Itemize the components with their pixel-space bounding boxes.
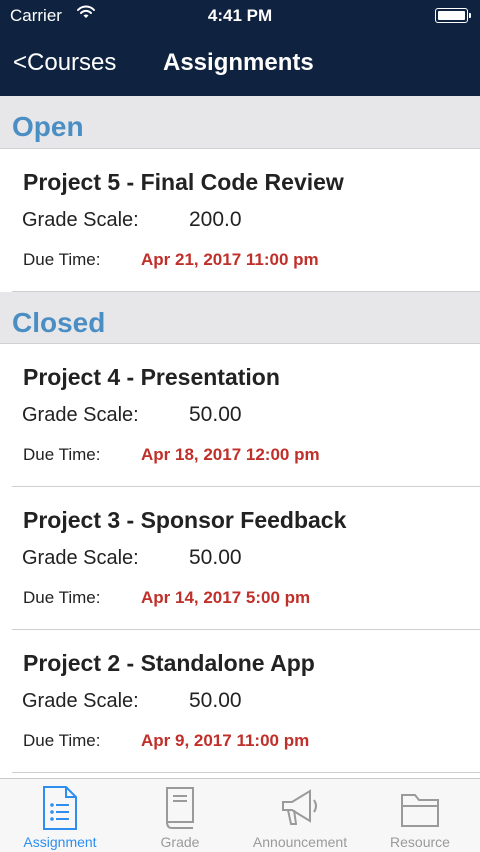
grade-scale-value: 200.0 bbox=[189, 208, 242, 231]
tab-label: Grade bbox=[160, 834, 200, 850]
grade-scale-label: Grade Scale: bbox=[22, 547, 139, 569]
grade-scale-value: 50.00 bbox=[189, 689, 242, 712]
assignment-row[interactable]: Project 2 - Standalone App Grade Scale: … bbox=[12, 630, 480, 773]
assignment-title: Project 3 - Sponsor Feedback bbox=[23, 507, 347, 533]
tab-assignment[interactable]: Assignment bbox=[0, 779, 120, 852]
tab-label: Announcement bbox=[252, 834, 348, 850]
assignment-list[interactable]: Open Project 5 - Final Code Review Grade… bbox=[0, 96, 480, 778]
grade-scale-label: Grade Scale: bbox=[22, 404, 139, 426]
section-header-open: Open bbox=[0, 96, 480, 149]
assignment-row[interactable]: Project 5 - Final Code Review Grade Scal… bbox=[12, 149, 480, 292]
battery-icon bbox=[435, 8, 471, 23]
page-title: Assignments bbox=[163, 49, 314, 76]
grade-scale-value: 50.00 bbox=[189, 403, 242, 426]
assignment-title: Project 5 - Final Code Review bbox=[23, 169, 344, 195]
assignment-row[interactable]: Project 3 - Sponsor Feedback Grade Scale… bbox=[12, 487, 480, 630]
assignment-title: Project 2 - Standalone App bbox=[23, 650, 315, 676]
book-icon bbox=[166, 787, 194, 829]
assignment-title: Project 4 - Presentation bbox=[23, 364, 280, 390]
megaphone-icon bbox=[282, 789, 317, 825]
status-bar: Carrier 4:41 PM bbox=[0, 0, 480, 32]
tab-bar: Assignment Grade Announcement Resource bbox=[0, 778, 480, 852]
due-time-value: Apr 18, 2017 12:00 pm bbox=[141, 445, 320, 464]
due-time-label: Due Time: bbox=[23, 445, 101, 464]
section-header-closed: Closed bbox=[0, 292, 480, 344]
due-time-value: Apr 9, 2017 11:00 pm bbox=[141, 731, 310, 750]
tab-label: Assignment bbox=[23, 834, 97, 850]
due-time-value: Apr 21, 2017 11:00 pm bbox=[141, 250, 319, 269]
grade-scale-label: Grade Scale: bbox=[22, 209, 139, 231]
grade-scale-label: Grade Scale: bbox=[22, 690, 139, 712]
battery-level bbox=[438, 11, 465, 20]
due-time-value: Apr 14, 2017 5:00 pm bbox=[141, 588, 311, 607]
tab-label: Resource bbox=[390, 834, 450, 850]
tab-resource[interactable]: Resource bbox=[360, 779, 480, 852]
tab-announcement[interactable]: Announcement bbox=[240, 779, 360, 852]
due-time-label: Due Time: bbox=[23, 731, 101, 750]
due-time-label: Due Time: bbox=[23, 250, 101, 269]
navigation-bar: Carrier 4:41 PM <Courses Assignments bbox=[0, 0, 480, 96]
due-time-label: Due Time: bbox=[23, 588, 101, 607]
document-icon bbox=[43, 786, 77, 830]
assignment-row[interactable]: Project 4 - Presentation Grade Scale: 50… bbox=[12, 344, 480, 487]
back-button[interactable]: <Courses bbox=[13, 49, 116, 77]
tab-grade[interactable]: Grade bbox=[120, 779, 240, 852]
clock: 4:41 PM bbox=[207, 6, 273, 25]
grade-scale-value: 50.00 bbox=[189, 546, 242, 569]
folder-icon bbox=[401, 794, 439, 827]
